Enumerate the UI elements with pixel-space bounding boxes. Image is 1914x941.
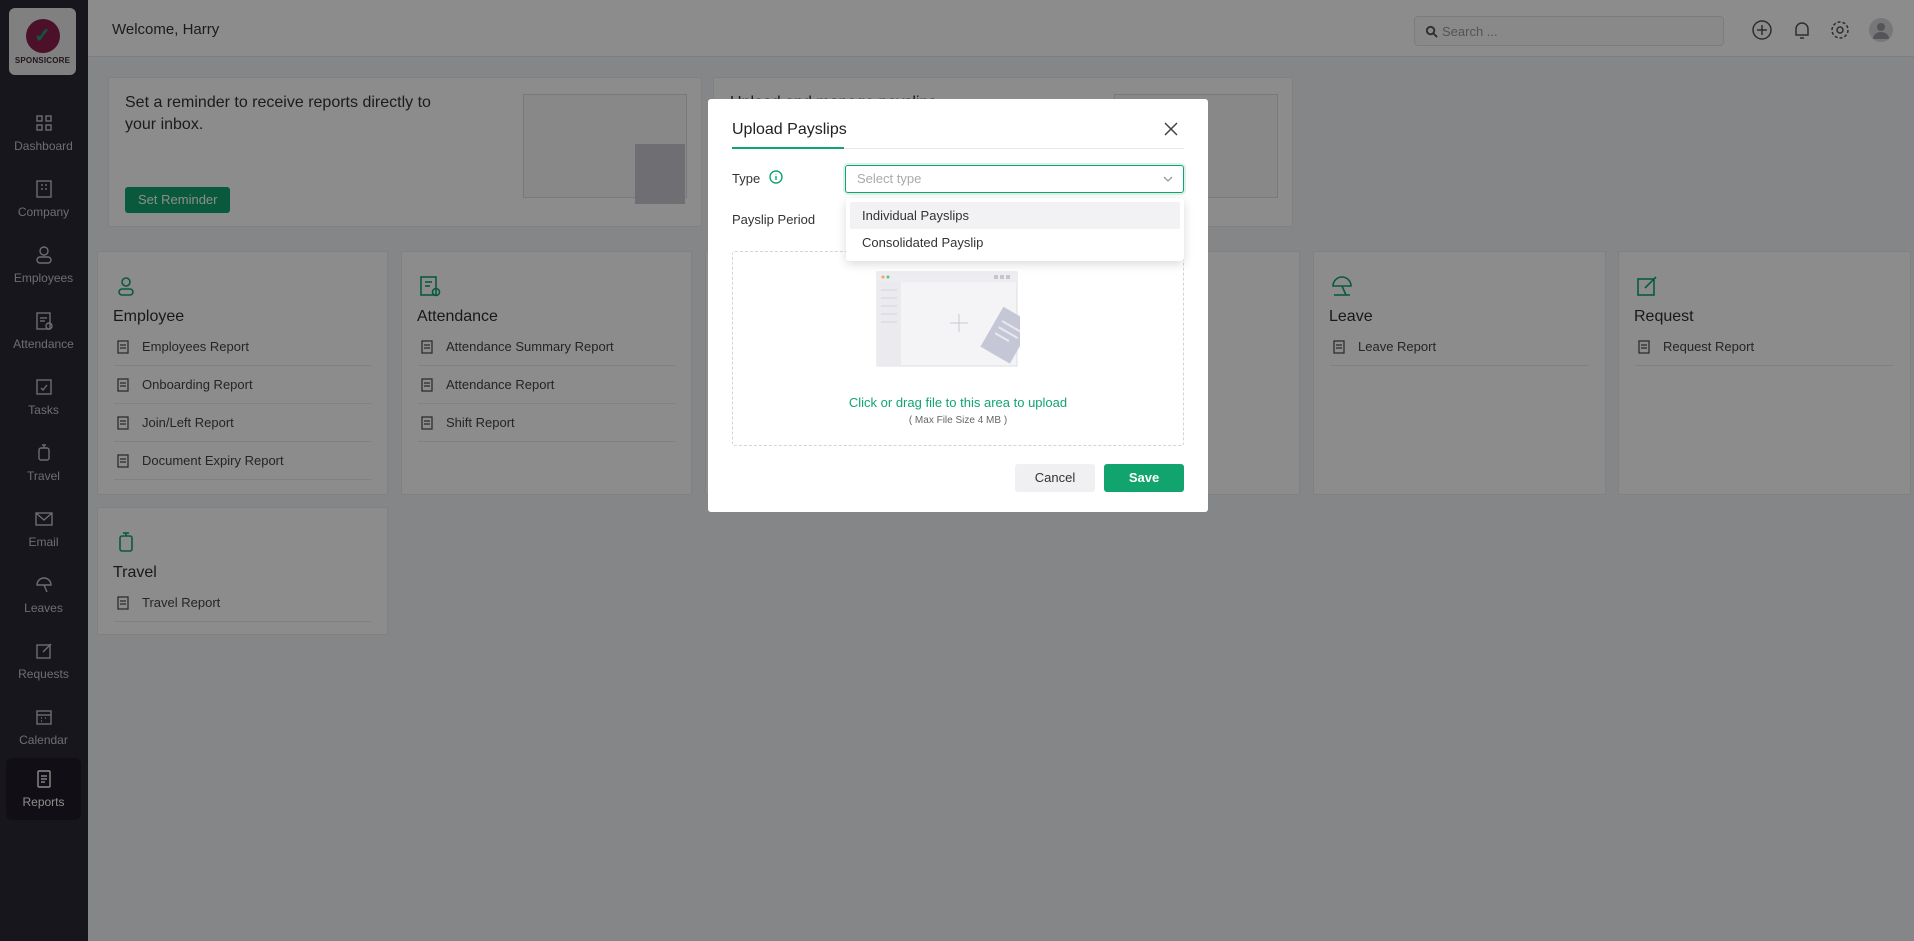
upload-illustration-icon [876,271,1020,367]
option-consolidated-payslip[interactable]: Consolidated Payslip [850,229,1180,256]
type-select-placeholder: Select type [857,171,922,186]
upload-size-hint: ( Max File Size 4 MB ) [908,415,1008,426]
save-button[interactable]: Save [1104,464,1184,492]
type-dropdown-menu: Individual Payslips Consolidated Payslip [846,198,1184,261]
upload-dropzone[interactable]: Click or drag file to this area to uploa… [732,251,1184,446]
chevron-down-icon [1163,176,1173,182]
option-individual-payslips[interactable]: Individual Payslips [850,202,1180,229]
title-underline [732,147,844,149]
cancel-button[interactable]: Cancel [1015,464,1095,492]
type-label: Type [732,171,761,186]
close-icon[interactable] [1163,121,1179,137]
info-icon[interactable] [769,170,783,184]
payslip-period-label: Payslip Period [732,212,816,227]
upload-payslips-modal: Upload Payslips Type Select type Payslip… [708,99,1208,512]
modal-title: Upload Payslips [732,121,847,138]
type-select[interactable]: Select type [845,165,1184,193]
upload-instruction: Click or drag file to this area to uploa… [848,395,1068,410]
